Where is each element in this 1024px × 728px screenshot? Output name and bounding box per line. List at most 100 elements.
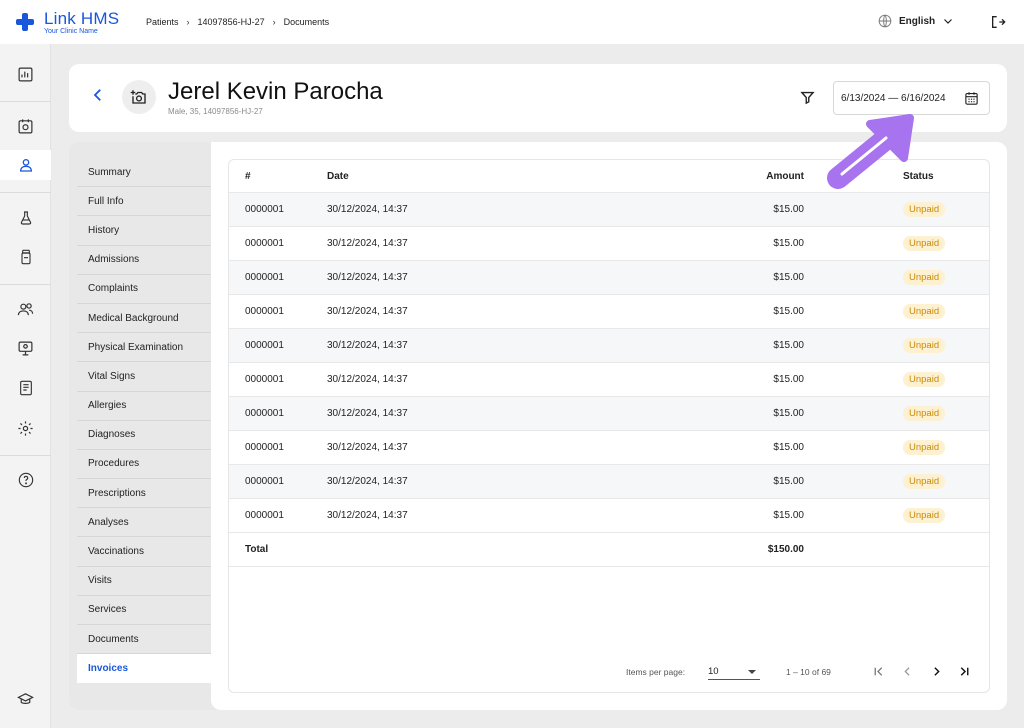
- table-row[interactable]: 0000001 30/12/2024, 14:37 $15.00 Unpaid: [229, 193, 989, 227]
- invoices-table: # Date Amount Status 0000001 30/12/2024,…: [228, 159, 990, 693]
- invoice-amount: $15.00: [773, 306, 804, 317]
- chevron-right-icon: ›: [186, 17, 190, 27]
- subnav-vaccinations[interactable]: Vaccinations: [77, 537, 211, 567]
- invoice-number: 0000001: [245, 374, 284, 385]
- subnav-allergies[interactable]: Allergies: [77, 392, 211, 421]
- subnav-history[interactable]: History: [77, 216, 211, 246]
- rail-training[interactable]: [0, 684, 51, 714]
- monitor-icon: [18, 341, 33, 355]
- rail-help[interactable]: [0, 465, 51, 495]
- rail-settings[interactable]: [0, 413, 51, 443]
- subnav-documents[interactable]: Documents: [77, 625, 211, 655]
- language-selector[interactable]: English: [878, 14, 954, 28]
- patient-photo-upload[interactable]: [122, 80, 156, 114]
- rail-pharmacy[interactable]: [0, 242, 51, 272]
- first-page-button[interactable]: [870, 663, 886, 679]
- subnav-vital-signs[interactable]: Vital Signs: [77, 362, 211, 392]
- total-amount: $150.00: [767, 544, 804, 555]
- chevron-left-icon: [93, 89, 101, 101]
- status-badge: Unpaid: [903, 406, 946, 421]
- items-per-page-value: 10: [708, 666, 719, 677]
- language-label: English: [899, 15, 936, 27]
- invoice-amount: $15.00: [773, 204, 804, 215]
- chevron-right-icon: ›: [272, 17, 276, 27]
- rail-reports[interactable]: [0, 373, 51, 403]
- top-bar: Link HMS Your Clinic Name Patients › 140…: [0, 0, 1024, 44]
- subnav-diagnoses[interactable]: Diagnoses: [77, 421, 211, 450]
- subnav-complaints[interactable]: Complaints: [77, 275, 211, 304]
- table-row[interactable]: 0000001 30/12/2024, 14:37 $15.00 Unpaid: [229, 397, 989, 431]
- table-row[interactable]: 0000001 30/12/2024, 14:37 $15.00 Unpaid: [229, 465, 989, 499]
- previous-page-button[interactable]: [899, 663, 915, 679]
- subnav-analyses[interactable]: Analyses: [77, 508, 211, 538]
- invoice-number: 0000001: [245, 476, 284, 487]
- status-badge: Unpaid: [903, 304, 946, 319]
- patient-content: Summary Full Info History Admissions Com…: [69, 142, 1007, 710]
- app-name: Link HMS: [44, 9, 120, 28]
- breadcrumb: Patients › 14097856-HJ-27 › Documents: [146, 17, 329, 27]
- table-row[interactable]: 0000001 30/12/2024, 14:37 $15.00 Unpaid: [229, 295, 989, 329]
- date-range-picker[interactable]: 6/13/2024 — 6/16/2024: [833, 81, 990, 115]
- table-row[interactable]: 0000001 30/12/2024, 14:37 $15.00 Unpaid: [229, 227, 989, 261]
- subnav-admissions[interactable]: Admissions: [77, 246, 211, 275]
- dashboard-icon: [18, 67, 33, 81]
- staff-icon: [17, 302, 34, 315]
- report-icon: [19, 380, 32, 396]
- header-number: #: [245, 170, 251, 182]
- subnav-medical-background[interactable]: Medical Background: [77, 304, 211, 334]
- header-status: Status: [903, 170, 934, 182]
- next-page-button[interactable]: [928, 663, 944, 679]
- subnav-full-info[interactable]: Full Info: [77, 187, 211, 217]
- rail-monitor[interactable]: [0, 333, 51, 363]
- rail-patients[interactable]: [0, 150, 51, 180]
- table-row[interactable]: 0000001 30/12/2024, 14:37 $15.00 Unpaid: [229, 363, 989, 397]
- rail-appointments[interactable]: [0, 111, 51, 141]
- last-page-button[interactable]: [956, 663, 972, 679]
- status-badge: Unpaid: [903, 508, 946, 523]
- medicine-bottle-icon: [20, 249, 31, 265]
- subnav-visits[interactable]: Visits: [77, 567, 211, 596]
- calendar-icon[interactable]: [964, 91, 979, 106]
- table-row[interactable]: 0000001 30/12/2024, 14:37 $15.00 Unpaid: [229, 499, 989, 533]
- dropdown-caret-icon: [748, 670, 756, 674]
- status-badge: Unpaid: [903, 372, 946, 387]
- subnav-prescriptions[interactable]: Prescriptions: [77, 479, 211, 509]
- invoice-amount: $15.00: [773, 476, 804, 487]
- table-header: # Date Amount Status: [229, 160, 989, 193]
- rail-staff[interactable]: [0, 294, 51, 324]
- invoice-number: 0000001: [245, 340, 284, 351]
- table-row[interactable]: 0000001 30/12/2024, 14:37 $15.00 Unpaid: [229, 431, 989, 465]
- items-per-page-select[interactable]: 10: [708, 662, 760, 680]
- invoice-amount: $15.00: [773, 510, 804, 521]
- breadcrumb-patients[interactable]: Patients: [146, 17, 179, 27]
- logout-icon: [992, 16, 1006, 28]
- table-row[interactable]: 0000001 30/12/2024, 14:37 $15.00 Unpaid: [229, 329, 989, 363]
- invoice-number: 0000001: [245, 238, 284, 249]
- patient-name: Jerel Kevin Parocha: [168, 78, 383, 105]
- invoice-amount: $15.00: [773, 374, 804, 385]
- breadcrumb-patient-id[interactable]: 14097856-HJ-27: [198, 17, 265, 27]
- total-row: Total $150.00: [229, 533, 989, 567]
- logout-button[interactable]: [990, 14, 1006, 35]
- app-logo[interactable]: Link HMS Your Clinic Name: [16, 10, 119, 35]
- invoice-number: 0000001: [245, 442, 284, 453]
- date-range-value: 6/13/2024 — 6/16/2024: [841, 92, 946, 104]
- subnav-procedures[interactable]: Procedures: [77, 450, 211, 480]
- invoice-amount: $15.00: [773, 238, 804, 249]
- rail-laboratory[interactable]: [0, 203, 51, 233]
- chevron-left-icon: [903, 666, 910, 676]
- filter-button[interactable]: [800, 90, 815, 110]
- status-badge: Unpaid: [903, 338, 946, 353]
- back-button[interactable]: [89, 86, 107, 109]
- subnav-invoices[interactable]: Invoices: [77, 654, 211, 684]
- breadcrumb-documents: Documents: [283, 17, 330, 27]
- invoice-date: 30/12/2024, 14:37: [327, 340, 408, 351]
- subnav-services[interactable]: Services: [77, 596, 211, 625]
- calendar-icon: [18, 118, 33, 133]
- invoice-number: 0000001: [245, 204, 284, 215]
- subnav-physical-examination[interactable]: Physical Examination: [77, 333, 211, 363]
- subnav-summary[interactable]: Summary: [77, 158, 211, 188]
- table-row[interactable]: 0000001 30/12/2024, 14:37 $15.00 Unpaid: [229, 261, 989, 295]
- logo-cross-icon: [16, 13, 34, 31]
- rail-dashboard[interactable]: [0, 59, 51, 89]
